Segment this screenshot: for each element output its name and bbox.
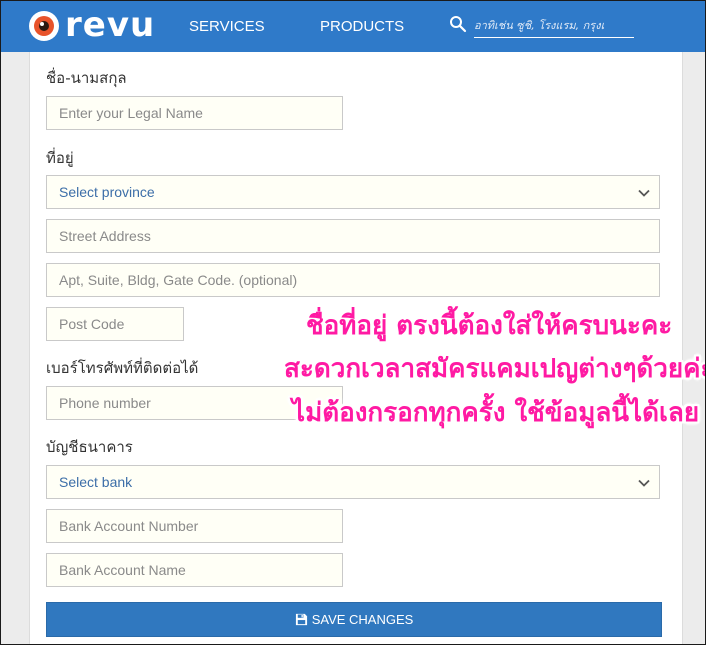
- bank-select-value: Select bank: [59, 474, 133, 490]
- bank-section-label: บัญชีธนาคาร: [46, 438, 133, 456]
- overlay-caption-line-3: ไม่ต้องกรอกทุกครั้ง ใช้ข้อมูลนี้ได้เลย: [292, 398, 700, 428]
- post-code-input[interactable]: [46, 307, 184, 341]
- province-select-value: Select province: [59, 184, 155, 200]
- chevron-down-icon: [638, 479, 650, 487]
- address-section-label: ที่อยู่: [46, 149, 74, 167]
- revu-eye-logo-icon[interactable]: [29, 11, 59, 41]
- nav-services-link[interactable]: SERVICES: [189, 17, 265, 37]
- apt-suite-input[interactable]: [46, 263, 660, 297]
- brand-logo-text[interactable]: revu: [65, 5, 155, 45]
- chevron-down-icon: [638, 189, 650, 197]
- save-changes-button[interactable]: SAVE CHANGES: [46, 602, 662, 637]
- phone-section-label: เบอร์โทรศัพท์ที่ติดต่อได้: [46, 359, 199, 377]
- bank-select[interactable]: Select bank: [46, 465, 660, 499]
- street-address-input[interactable]: [46, 219, 660, 253]
- nav-products-link[interactable]: PRODUCTS: [320, 17, 404, 37]
- province-select[interactable]: Select province: [46, 175, 660, 209]
- app-window: revu SERVICES PRODUCTS ชื่อ-นามสกุล ที่อ…: [0, 0, 706, 645]
- legal-name-input[interactable]: [46, 96, 343, 130]
- save-changes-label: SAVE CHANGES: [311, 612, 414, 627]
- search-icon[interactable]: [449, 15, 467, 33]
- search-input[interactable]: [474, 13, 634, 38]
- floppy-disk-icon: [295, 613, 307, 626]
- bank-account-name-input[interactable]: [46, 553, 343, 587]
- top-navbar: revu SERVICES PRODUCTS: [1, 1, 705, 52]
- name-section-label: ชื่อ-นามสกุล: [46, 69, 127, 87]
- overlay-caption-line-1: ชื่อที่อยู่ ตรงนี้ต้องใส่ให้ครบนะคะ: [306, 311, 673, 341]
- overlay-caption-line-2: สะดวกเวลาสมัครแคมเปญต่างๆด้วยค่ะ: [284, 354, 706, 384]
- bank-account-number-input[interactable]: [46, 509, 343, 543]
